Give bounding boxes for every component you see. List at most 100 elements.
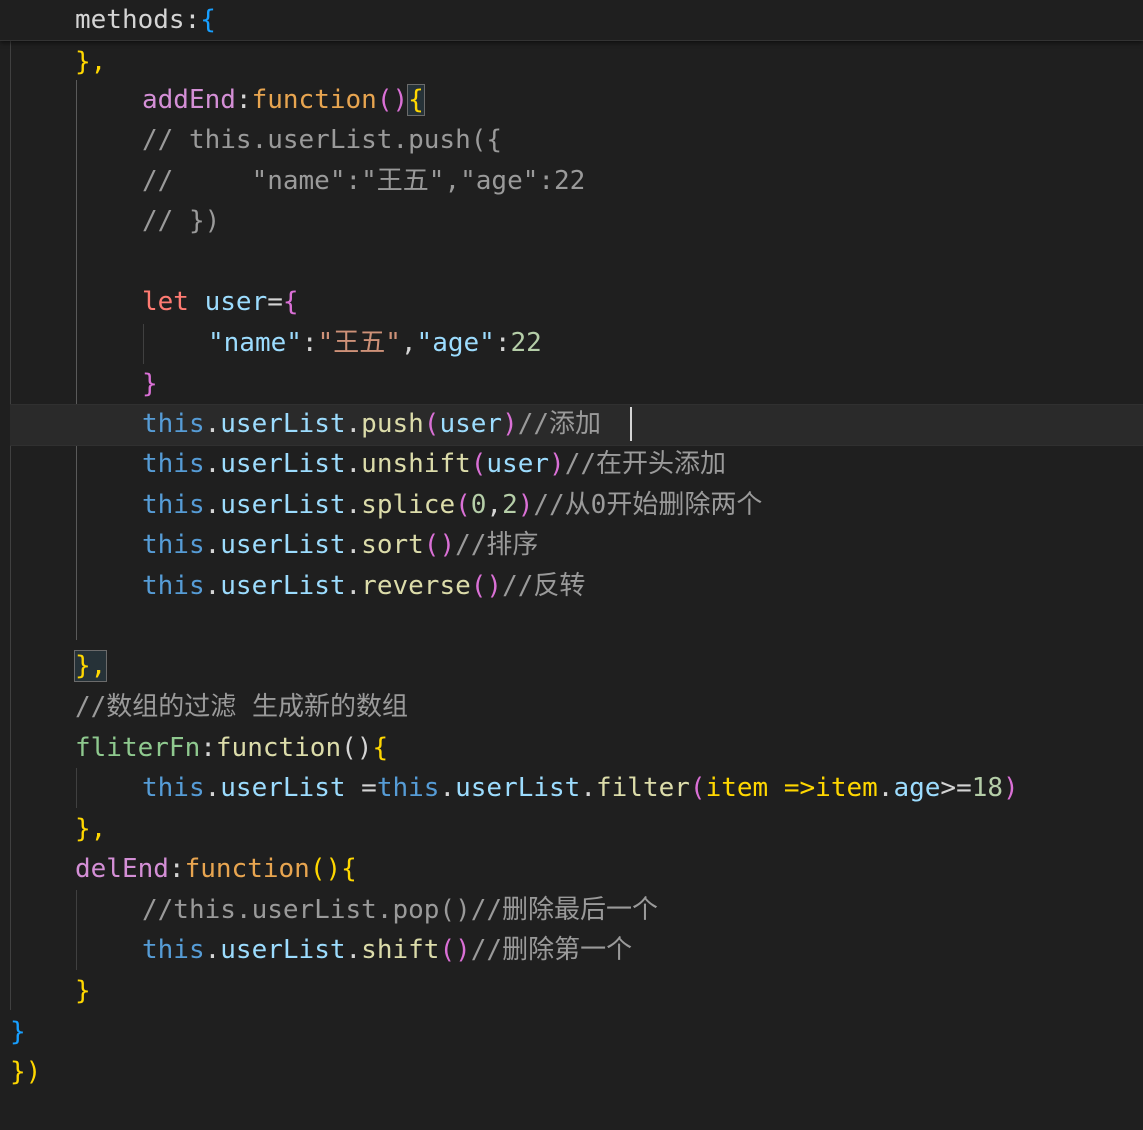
method-call: shift <box>361 935 440 965</box>
dot: . <box>345 409 362 439</box>
property: userList <box>220 935 346 965</box>
dot: . <box>204 490 221 520</box>
key-age: "age" <box>416 328 495 358</box>
dot: . <box>345 490 362 520</box>
paren-close: ) <box>439 530 456 560</box>
operator: >= <box>940 773 972 803</box>
code-line[interactable]: this.userList.shift()//删除第一个 <box>142 930 632 970</box>
code-line[interactable]: delEnd:function(){ <box>75 849 357 889</box>
argument-count: 2 <box>502 490 518 520</box>
sticky-line-methods[interactable]: methods:{ <box>75 0 216 40</box>
property: userList <box>220 571 346 601</box>
brace-open: { <box>407 84 425 116</box>
arrow: => <box>768 773 816 803</box>
paren-open: ( <box>439 935 456 965</box>
code-line[interactable]: } <box>10 1012 26 1052</box>
method-call: reverse <box>361 571 471 601</box>
code-editor[interactable]: methods:{ }, addEnd:function(){ // this.… <box>0 0 1143 1130</box>
code-line[interactable]: //this.userList.pop()//删除最后一个 <box>142 890 658 930</box>
dot: . <box>204 449 221 479</box>
this-keyword: this <box>142 935 205 965</box>
code-line[interactable]: }, <box>75 42 106 82</box>
argument: user <box>439 409 503 439</box>
code-line[interactable]: //数组的过滤 生成新的数组 <box>75 687 408 727</box>
number: 18 <box>971 773 1004 803</box>
code-line[interactable]: addEnd:function(){ <box>142 80 425 120</box>
code-line-current[interactable]: this.userList.push(user)//添加 <box>142 404 601 444</box>
code-line[interactable]: let user={ <box>142 282 299 322</box>
variable-user: user <box>204 287 268 317</box>
comment: //删除第一个 <box>470 935 633 965</box>
code-line[interactable]: fliterFn:function(){ <box>75 728 388 768</box>
indent-guide-delend <box>76 890 77 970</box>
paren-close: ) <box>1003 773 1019 803</box>
code-line[interactable]: // this.userList.push({ <box>142 120 502 160</box>
brace-close: }, <box>75 814 107 844</box>
brace-close: }, <box>75 47 107 77</box>
code-line[interactable]: "name":"王五","age":22 <box>208 323 542 363</box>
methods-brace: { <box>200 5 216 35</box>
paren-close: ) <box>486 571 503 601</box>
property: userList <box>220 773 362 803</box>
code-line[interactable]: } <box>75 971 91 1011</box>
code-line[interactable]: this.userList.splice(0,2)//从0开始删除两个 <box>142 485 762 525</box>
comma: , <box>486 490 503 520</box>
code-line[interactable]: // "name":"王五","age":22 <box>142 161 585 201</box>
comment: // "name":"王五","age":22 <box>142 166 586 196</box>
paren-open: ( <box>455 490 471 520</box>
colon: : <box>168 854 185 884</box>
method-call: splice <box>361 490 456 520</box>
colon: : <box>200 733 216 763</box>
indent-guide-outer <box>10 40 11 1010</box>
code-line[interactable]: } <box>142 364 158 404</box>
text-cursor <box>630 407 632 441</box>
code-line[interactable]: this.userList =this.userList.filter(item… <box>142 768 1019 808</box>
code-line[interactable]: // }) <box>142 201 220 241</box>
paren-open: ( <box>423 409 440 439</box>
comment: //数组的过滤 生成新的数组 <box>75 692 408 722</box>
argument-start: 0 <box>470 490 487 520</box>
sticky-scroll-header[interactable]: methods:{ <box>0 0 1143 41</box>
code-line[interactable]: }) <box>10 1052 41 1092</box>
function-keyword: function <box>184 854 310 884</box>
paren-open: ( <box>689 773 706 803</box>
comment: // }) <box>142 206 221 236</box>
dot: . <box>439 773 456 803</box>
code-line[interactable]: }, <box>73 646 108 686</box>
comment: //排序 <box>455 530 539 560</box>
comment: //this.userList.pop()//删除最后一个 <box>142 895 659 925</box>
paren-close: ) <box>549 449 565 479</box>
function-keyword: function <box>215 733 342 763</box>
property: age <box>893 773 941 803</box>
brace-close: } <box>10 1017 26 1047</box>
code-line[interactable]: this.userList.sort()//排序 <box>142 525 538 565</box>
argument: user <box>486 449 550 479</box>
property: userList <box>220 409 346 439</box>
params: () <box>309 854 342 884</box>
params: () <box>341 733 373 763</box>
dot: . <box>204 409 221 439</box>
comment: // this.userList.push({ <box>142 125 503 155</box>
method-call: sort <box>361 530 424 560</box>
code-line[interactable]: this.userList.unshift(user)//在开头添加 <box>142 444 726 484</box>
paren-open: ( <box>470 449 487 479</box>
colon: : <box>494 328 511 358</box>
paren-close: ) <box>517 490 534 520</box>
dot: . <box>204 935 221 965</box>
value-name: "王五" <box>317 328 401 358</box>
colon: : <box>235 85 252 115</box>
methods-key: methods <box>75 5 185 35</box>
value-age: 22 <box>510 328 542 358</box>
this-keyword: this <box>142 530 205 560</box>
method-name: addEnd <box>142 85 236 115</box>
paren-close: ) <box>455 935 471 965</box>
param: item <box>705 773 769 803</box>
code-line[interactable]: }, <box>75 809 106 849</box>
dot: . <box>345 935 362 965</box>
this-keyword: this <box>142 571 205 601</box>
indent-guide-user-object <box>143 324 144 364</box>
code-line[interactable]: this.userList.reverse()//反转 <box>142 566 585 606</box>
dot: . <box>580 773 596 803</box>
indent-guide-fliterfn <box>76 768 77 808</box>
paren-open: ( <box>470 571 487 601</box>
